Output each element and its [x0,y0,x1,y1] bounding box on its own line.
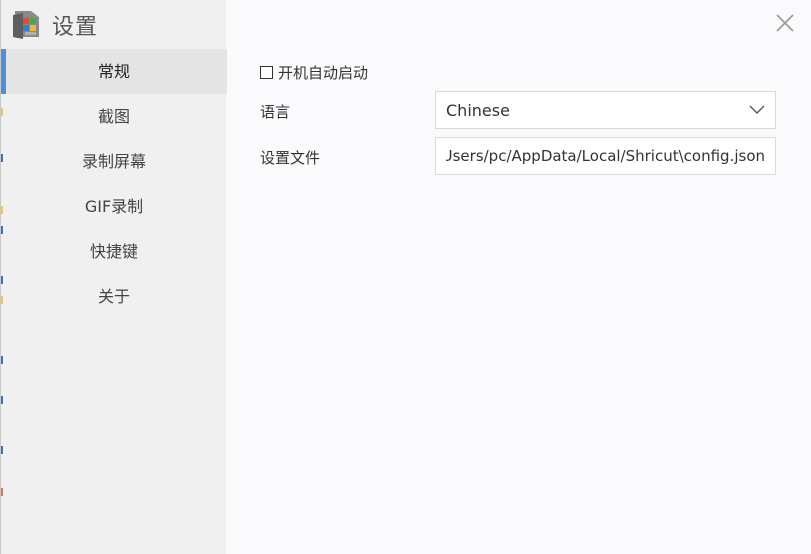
sidebar: 设置 常规 截图 录制屏幕 GIF录制 快捷键 关于 [0,0,227,554]
close-button[interactable] [772,10,798,36]
language-select-value: Chinese [446,100,510,120]
language-select[interactable]: Chinese [435,91,776,129]
app-logo-icon [11,9,43,41]
close-icon [776,14,794,32]
sidebar-nav: 常规 截图 录制屏幕 GIF录制 快捷键 关于 [1,49,227,319]
autostart-label: 开机自动启动 [278,64,369,82]
chevron-down-icon [749,105,765,114]
sidebar-item-screen-record[interactable]: 录制屏幕 [1,139,227,184]
language-label: 语言 [260,103,291,121]
autostart-checkbox[interactable] [260,66,273,79]
config-file-label: 设置文件 [260,149,321,167]
title-bar: 设置 [11,8,98,42]
sidebar-item-screenshot[interactable]: 截图 [1,94,227,139]
sidebar-item-shortcuts[interactable]: 快捷键 [1,229,227,274]
settings-window: 设置 常规 截图 录制屏幕 GIF录制 快捷键 关于 开机自动启动 语言 Chi… [0,0,811,554]
config-file-input[interactable] [435,137,776,175]
sidebar-item-gif-record[interactable]: GIF录制 [1,184,227,229]
app-title: 设置 [52,15,99,40]
sidebar-item-about[interactable]: 关于 [1,274,227,319]
sidebar-item-general[interactable]: 常规 [1,49,227,94]
autostart-option[interactable]: 开机自动启动 [260,62,368,83]
